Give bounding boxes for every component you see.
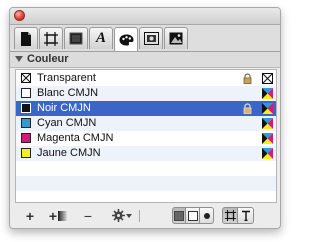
swatch-name: Cyan CMJN — [37, 117, 97, 129]
solid-fill-icon — [174, 210, 184, 221]
swatch-color — [21, 103, 31, 113]
cmyk-icon — [262, 133, 273, 144]
picture-frame-icon — [143, 32, 159, 45]
apply-to-text-toggle[interactable] — [238, 207, 254, 224]
tab-picture-frame[interactable] — [139, 27, 163, 49]
tab-text-style[interactable]: A — [89, 27, 113, 49]
swatch-color — [21, 88, 31, 98]
fill-solid-toggle[interactable] — [172, 207, 186, 224]
fill-none-toggle[interactable] — [186, 207, 200, 224]
fill-radial-toggle[interactable] — [200, 207, 214, 224]
swatch-none-icon — [21, 73, 31, 83]
tab-document[interactable] — [14, 27, 38, 49]
swatch-row-jaune[interactable]: Jaune CMJN — [16, 146, 276, 161]
add-gradient-button[interactable]: + — [47, 207, 69, 224]
document-icon — [21, 31, 31, 46]
text-style-icon: A — [95, 30, 106, 46]
color-panel: A Couleur Transparent Blanc CMJN Noir CM… — [9, 7, 281, 229]
gear-icon — [112, 209, 125, 222]
apply-to-frame-toggle[interactable] — [222, 207, 238, 224]
text-t-icon — [241, 210, 250, 221]
tab-color-palette[interactable] — [114, 27, 138, 51]
tab-image[interactable] — [164, 27, 188, 49]
disclosure-triangle-icon[interactable] — [15, 56, 23, 62]
none-icon — [262, 73, 273, 84]
add-gradient-plus: + — [48, 207, 58, 224]
swatch-name: Jaune CMJN — [37, 147, 101, 159]
swatch-color — [21, 148, 31, 158]
chevron-down-icon — [126, 213, 132, 218]
swatch-name: Magenta CMJN — [37, 132, 114, 144]
swatch-name: Noir CMJN — [37, 102, 91, 114]
settings-menu-button[interactable] — [110, 208, 134, 223]
cmyk-icon — [262, 103, 273, 114]
add-color-button[interactable]: + — [23, 208, 37, 224]
footer-toolbar: + + − — [10, 204, 280, 228]
swatch-name: Transparent — [37, 72, 96, 84]
tab-box[interactable] — [64, 27, 88, 49]
lock-icon — [243, 73, 252, 84]
swatch-row-cyan[interactable]: Cyan CMJN — [16, 116, 276, 131]
frame-icon — [44, 31, 58, 46]
empty-fill-icon — [187, 210, 198, 221]
image-icon — [169, 32, 183, 45]
box-icon — [69, 32, 83, 45]
cmyk-icon — [262, 148, 273, 159]
swatch-color — [21, 133, 31, 143]
radial-fill-icon — [203, 212, 210, 219]
swatch-row-transparent[interactable]: Transparent — [16, 71, 276, 86]
tab-frame[interactable] — [39, 27, 63, 49]
title-bar — [10, 8, 280, 25]
swatch-list[interactable]: Transparent Blanc CMJN Noir CMJN Cyan CM… — [15, 69, 277, 203]
swatch-row-noir[interactable]: Noir CMJN — [16, 101, 276, 116]
empty-row — [16, 161, 276, 176]
color-palette-icon — [119, 34, 133, 45]
swatch-name: Blanc CMJN — [37, 87, 99, 99]
frame-icon — [224, 210, 236, 221]
empty-row — [16, 176, 276, 191]
cmyk-icon — [262, 88, 273, 99]
tab-bar: A — [10, 25, 280, 52]
cmyk-icon — [262, 118, 273, 129]
gradient-icon — [58, 210, 68, 221]
lock-icon — [243, 103, 252, 114]
swatch-color — [21, 118, 31, 128]
remove-color-button[interactable]: − — [81, 208, 95, 224]
swatch-row-magenta[interactable]: Magenta CMJN — [16, 131, 276, 146]
footer-divider — [139, 210, 140, 222]
color-section-header[interactable]: Couleur — [10, 52, 280, 68]
section-title: Couleur — [27, 53, 69, 65]
close-button[interactable] — [14, 10, 25, 21]
swatch-row-blanc[interactable]: Blanc CMJN — [16, 86, 276, 101]
